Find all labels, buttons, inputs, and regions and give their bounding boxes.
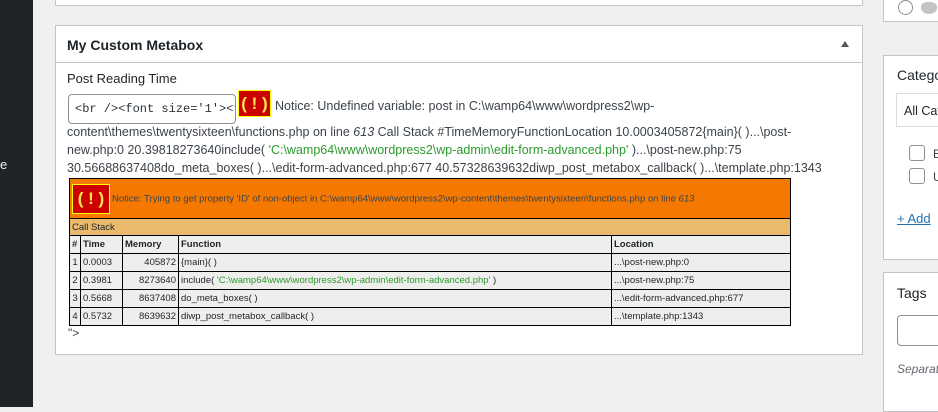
row-location: ...\post-new.php:75 [611,271,791,290]
row-index: 4 [69,307,81,326]
row-function: include( 'C:\wamp64\www\wordpress2\wp-ad… [178,271,612,290]
column-header-index: # [69,235,81,254]
warning-icon: ( ! ) [238,90,271,117]
format-icon [921,2,937,14]
reading-time-input[interactable]: <br /><font size='1'><t [68,94,236,124]
table-row: 1 0.0003 405872 {main}( ) ...\post-new.p… [69,253,791,272]
categories-box: Catego All Cat B U + Add [883,55,938,260]
table-row: 3 0.5668 8637408 do_meta_boxes( ) ...\ed… [69,289,791,308]
xdebug-error-table: ( ! ) Notice: Trying to get property 'ID'… [69,178,791,326]
categories-title: Catego [897,67,938,83]
trailing-text: "> [68,326,80,340]
table-row: 2 0.3981 8273640 include( 'C:\wamp64\www… [69,271,791,290]
admin-menu-item-fragment[interactable]: e [0,157,7,172]
notice-line3-part-a: new.php:0 20.39818273640include( [67,143,269,157]
notice-line3-part-b: )...\post-new.php:75 [628,143,742,157]
category-checkbox-2[interactable] [909,168,925,184]
row-index: 1 [69,253,81,272]
notice-line2-part-a: content\themes\twentysixteen\functions.p… [67,125,354,139]
row-function-post: ) [490,275,497,286]
notice-line3-path: 'C:\wamp64\www\wordpress2\wp-admin\edit-… [268,143,629,157]
row-time: 0.3981 [80,271,123,290]
row-index: 2 [69,271,81,290]
column-header-function: Function [178,235,612,254]
row-index: 3 [69,289,81,308]
tags-separator-hint: Separat [897,362,938,376]
tags-box: Tags Separat [883,272,938,412]
row-location: ...\post-new.php:0 [611,253,791,272]
row-memory: 8639632 [122,307,179,326]
metabox-header[interactable]: My Custom Metabox [56,26,862,63]
radio-button[interactable] [898,0,913,15]
row-time: 0.0003 [80,253,123,272]
xdebug-notice-text: Notice: Trying to get property 'ID' of n… [112,193,679,205]
tab-all-categories-label: All Cat [904,104,938,118]
tab-all-categories[interactable]: All Cat [896,93,938,127]
notice-text-line-4: 30.56688637408do_meta_boxes( )...\edit-f… [67,161,822,175]
main-content: My Custom Metabox Post Reading Time <br … [33,0,938,412]
table-row: 4 0.5732 8639632 diwp_post_metabox_callb… [69,307,791,326]
column-header-time: Time [80,235,123,254]
column-header-location: Location [611,235,791,254]
row-function-pre: include( [181,275,217,286]
row-memory: 405872 [122,253,179,272]
notice-text-line-1: Notice: Undefined variable: post in C:\w… [275,99,655,113]
row-function: diwp_post_metabox_callback( ) [178,307,612,326]
reading-time-label: Post Reading Time [67,71,177,86]
row-location: ...\template.php:1343 [611,307,791,326]
column-header-memory: Memory [122,235,179,254]
xdebug-notice-line: 613 [678,193,695,205]
tags-title: Tags [897,285,927,301]
row-function: do_meta_boxes( ) [178,289,612,308]
row-memory: 8637408 [122,289,179,308]
row-time: 0.5732 [80,307,123,326]
tag-input[interactable] [897,315,938,346]
row-function: {main}( ) [178,253,612,272]
category-checkbox-1[interactable] [909,145,925,161]
row-time: 0.5668 [80,289,123,308]
custom-metabox: My Custom Metabox Post Reading Time <br … [55,25,863,355]
notice-line-number: 613 [353,125,375,139]
category-label-2: U [933,170,938,184]
metabox-title: My Custom Metabox [67,37,204,53]
row-location: ...\edit-form-advanced.php:677 [611,289,791,308]
notice-text-line-3: new.php:0 20.39818273640include( 'C:\wam… [67,141,742,159]
warning-icon: ( ! ) [72,183,110,214]
notice-text-line-2: content\themes\twentysixteen\functions.p… [67,123,791,141]
previous-metabox-bottom [55,0,863,6]
call-stack-header: Call Stack [69,218,791,236]
xdebug-notice-header: ( ! ) Notice: Trying to get property 'ID'… [69,178,791,219]
format-box-fragment [883,0,938,22]
add-category-link[interactable]: + Add [897,211,931,226]
category-label-1: B [933,147,938,161]
notice-line2-part-b: Call Stack #TimeMemoryFunctionLocation 1… [374,125,792,139]
admin-sidebar: e [0,0,33,407]
row-memory: 8273640 [122,271,179,290]
row-function-path: 'C:\wamp64\www\wordpress2\wp-admin\edit-… [216,275,491,286]
chevron-up-icon[interactable] [841,41,849,47]
table-header-row: # Time Memory Function Location [69,235,791,254]
